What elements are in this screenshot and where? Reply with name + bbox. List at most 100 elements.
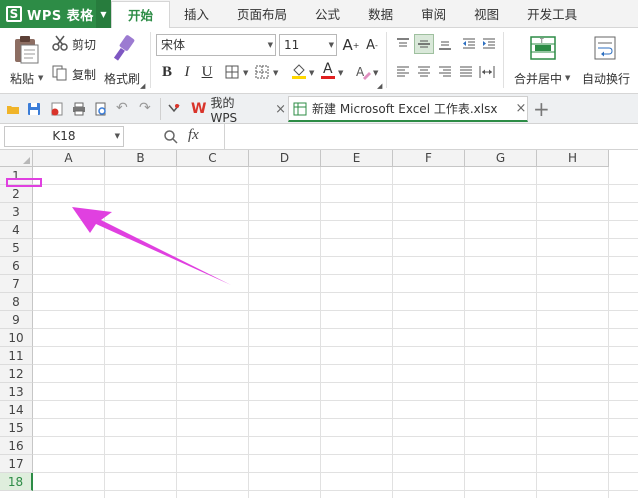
cell-shading-button[interactable]	[252, 62, 272, 82]
formula-input[interactable]	[224, 124, 638, 149]
tab-view[interactable]: 视图	[460, 0, 513, 28]
underline-button[interactable]: U	[197, 62, 217, 82]
copy-button[interactable]: 复制	[52, 64, 100, 84]
paste-chevron-down-icon[interactable]: ▼	[38, 74, 43, 82]
row-header-17[interactable]: 17	[0, 455, 33, 473]
row-header-18[interactable]: 18	[0, 473, 33, 491]
gridline-vertical	[608, 167, 609, 498]
print-preview-icon[interactable]	[94, 102, 108, 116]
row-header-14[interactable]: 14	[0, 401, 33, 419]
close-icon[interactable]: ×	[275, 102, 286, 117]
font-color-chevron-down-icon[interactable]: ▼	[338, 69, 343, 77]
align-left-button[interactable]	[393, 62, 413, 82]
zoom-search-icon[interactable]	[163, 129, 179, 145]
increase-indent-button[interactable]	[479, 34, 499, 54]
row-header-16[interactable]: 16	[0, 437, 33, 455]
toolbar-separator	[160, 98, 161, 120]
name-box-value: K18	[52, 129, 76, 143]
borders-chevron-down-icon[interactable]: ▼	[243, 69, 248, 77]
tab-workbook-label: 新建 Microsoft Excel 工作表.xlsx	[312, 102, 498, 116]
column-header-h[interactable]: H	[537, 150, 609, 167]
app-menu-button[interactable]: S WPS 表格 ▼	[0, 0, 111, 28]
align-center-button[interactable]	[414, 62, 434, 82]
clear-format-chevron-down-icon[interactable]: ▼	[373, 69, 378, 77]
wrap-text-button[interactable]: 自动换行	[580, 32, 634, 88]
undo-icon[interactable]: ↶	[116, 100, 128, 116]
decrease-indent-button[interactable]	[459, 34, 479, 54]
align-middle-icon	[418, 40, 430, 48]
column-header-e[interactable]: E	[321, 150, 393, 167]
name-box[interactable]: K18 ▼	[4, 126, 124, 147]
insert-function-button[interactable]: fx	[188, 127, 199, 144]
font-size-select[interactable]: 11 ▼	[279, 34, 337, 56]
clear-format-button[interactable]: A	[353, 62, 373, 82]
annotation-arrow-icon	[72, 207, 231, 285]
close-icon[interactable]: ×	[515, 101, 526, 116]
bold-button[interactable]: B	[157, 62, 177, 82]
font-color-letter: A	[323, 61, 333, 77]
cut-button[interactable]: 剪切	[52, 34, 100, 54]
merge-center-button[interactable]: T 合并居中 ▼	[510, 32, 576, 88]
open-folder-icon[interactable]	[6, 102, 20, 116]
align-bottom-icon	[439, 41, 451, 50]
tab-developer[interactable]: 开发工具	[513, 0, 591, 28]
customize-toolbar-icon[interactable]	[167, 102, 181, 116]
borders-button[interactable]	[222, 62, 242, 82]
decrease-indent-icon	[463, 38, 475, 49]
new-tab-button[interactable]: +	[533, 97, 550, 121]
font-name-select[interactable]: 宋体 ▼	[156, 34, 276, 56]
save-icon[interactable]	[27, 102, 41, 116]
increase-font-size-icon[interactable]: A +	[341, 35, 361, 55]
clipboard-dialog-launcher-icon[interactable]: ◢	[140, 82, 145, 90]
italic-button[interactable]: I	[177, 62, 197, 82]
column-header-f[interactable]: F	[393, 150, 465, 167]
app-title: WPS 表格	[27, 8, 94, 24]
print-icon[interactable]	[72, 102, 86, 116]
wrap-text-label: 自动换行	[582, 72, 631, 86]
align-middle-button[interactable]	[414, 34, 434, 54]
tab-data[interactable]: 数据	[354, 0, 407, 28]
tab-review[interactable]: 审阅	[407, 0, 460, 28]
copy-icon	[52, 65, 67, 81]
fill-color-chevron-down-icon[interactable]: ▼	[309, 69, 314, 77]
export-pdf-icon[interactable]	[50, 102, 64, 116]
align-bottom-button[interactable]	[435, 34, 455, 54]
merge-center-chevron-down-icon[interactable]: ▼	[565, 74, 570, 82]
tab-formulas[interactable]: 公式	[301, 0, 354, 28]
cell-shading-chevron-down-icon[interactable]: ▼	[273, 69, 278, 77]
tab-active-workbook[interactable]: 新建 Microsoft Excel 工作表.xlsx ×	[288, 96, 528, 122]
format-painter-label: 格式刷	[104, 72, 141, 86]
row-header-15[interactable]: 15	[0, 419, 33, 437]
gridline-horizontal	[33, 418, 638, 419]
redo-icon[interactable]: ↷	[139, 100, 151, 116]
fill-color-button[interactable]	[289, 61, 309, 81]
row-header-9[interactable]: 9	[0, 311, 33, 329]
paste-button[interactable]: 粘贴 ▼	[8, 32, 46, 90]
row-header-12[interactable]: 12	[0, 365, 33, 383]
tab-page-layout[interactable]: 页面布局	[223, 0, 301, 28]
column-header-g[interactable]: G	[465, 150, 537, 167]
gridline-horizontal	[33, 364, 638, 365]
gridline-vertical	[320, 167, 321, 498]
spreadsheet-grid[interactable]: A B C D E F G H 1 2 3 4 5 6 7 8 9 10 11 12 13 14 15 16 17 18	[0, 150, 638, 498]
row-header-10[interactable]: 10	[0, 329, 33, 347]
gridline-horizontal	[33, 472, 638, 473]
align-right-button[interactable]	[435, 62, 455, 82]
align-top-button[interactable]	[393, 34, 413, 54]
tab-my-wps[interactable]: W 我的WPS ×	[188, 96, 286, 125]
font-color-button[interactable]: A	[318, 61, 338, 81]
gridline-horizontal	[33, 436, 638, 437]
increase-indent-icon	[483, 38, 495, 49]
ribbon-separator	[150, 32, 151, 88]
font-dialog-launcher-icon[interactable]: ◢	[377, 82, 382, 90]
tab-insert[interactable]: 插入	[170, 0, 223, 28]
format-painter-button[interactable]: 格式刷	[104, 32, 144, 88]
app-menu-chevron-down-icon[interactable]: ▼	[96, 0, 111, 28]
decrease-font-size-icon[interactable]: A-	[362, 35, 382, 55]
align-top-icon	[397, 38, 409, 47]
distributed-align-button[interactable]	[477, 62, 497, 82]
justify-button[interactable]	[456, 62, 476, 82]
row-header-11[interactable]: 11	[0, 347, 33, 365]
tab-home[interactable]: 开始	[111, 1, 171, 29]
row-header-13[interactable]: 13	[0, 383, 33, 401]
